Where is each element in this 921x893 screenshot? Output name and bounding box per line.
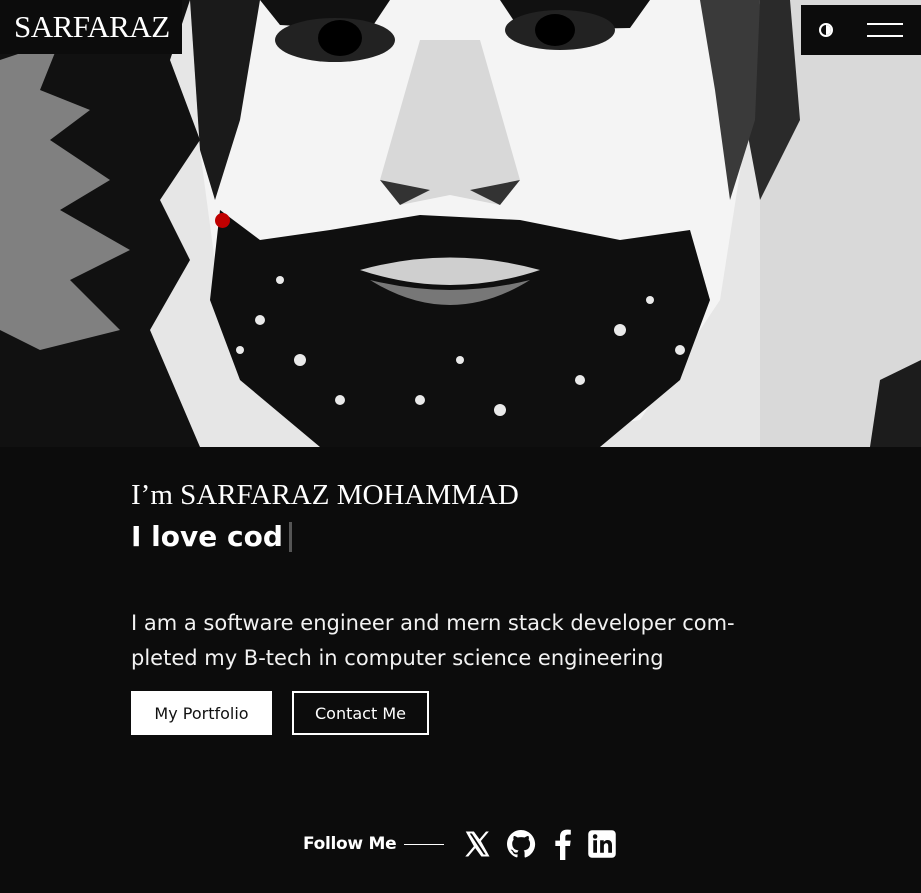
- menu-line: [867, 35, 903, 37]
- x-twitter-icon[interactable]: [462, 829, 492, 859]
- hamburger-menu-icon[interactable]: [867, 23, 903, 37]
- follow-me-section: Follow Me: [303, 826, 630, 862]
- bio-text: I am a software engineer and mern stack …: [131, 611, 735, 670]
- cursor-dot: [215, 213, 230, 228]
- portrait-illustration: [0, 0, 921, 447]
- menu-line: [867, 23, 903, 25]
- top-right-controls: [801, 5, 921, 55]
- typing-caret: [288, 522, 292, 552]
- github-icon[interactable]: [505, 828, 537, 860]
- social-links: [462, 828, 630, 860]
- contrast-icon[interactable]: [819, 23, 833, 37]
- follow-me-label: Follow Me: [303, 834, 397, 854]
- typed-text-content: I love cod: [131, 520, 283, 553]
- typed-text: I love cod: [131, 514, 771, 560]
- hero-portrait: [0, 0, 921, 447]
- linkedin-icon[interactable]: [587, 829, 617, 859]
- facebook-icon[interactable]: [550, 828, 574, 860]
- greeting-heading: I’m SARFARAZ MOHAMMAD: [131, 479, 519, 511]
- follow-divider-line: [404, 843, 445, 845]
- site-logo[interactable]: SARFARAZ: [0, 0, 182, 54]
- intro-section: I’m SARFARAZ MOHAMMAD I love cod: [131, 476, 771, 560]
- contact-me-button[interactable]: Contact Me: [292, 691, 429, 735]
- my-portfolio-button[interactable]: My Portfolio: [131, 691, 272, 735]
